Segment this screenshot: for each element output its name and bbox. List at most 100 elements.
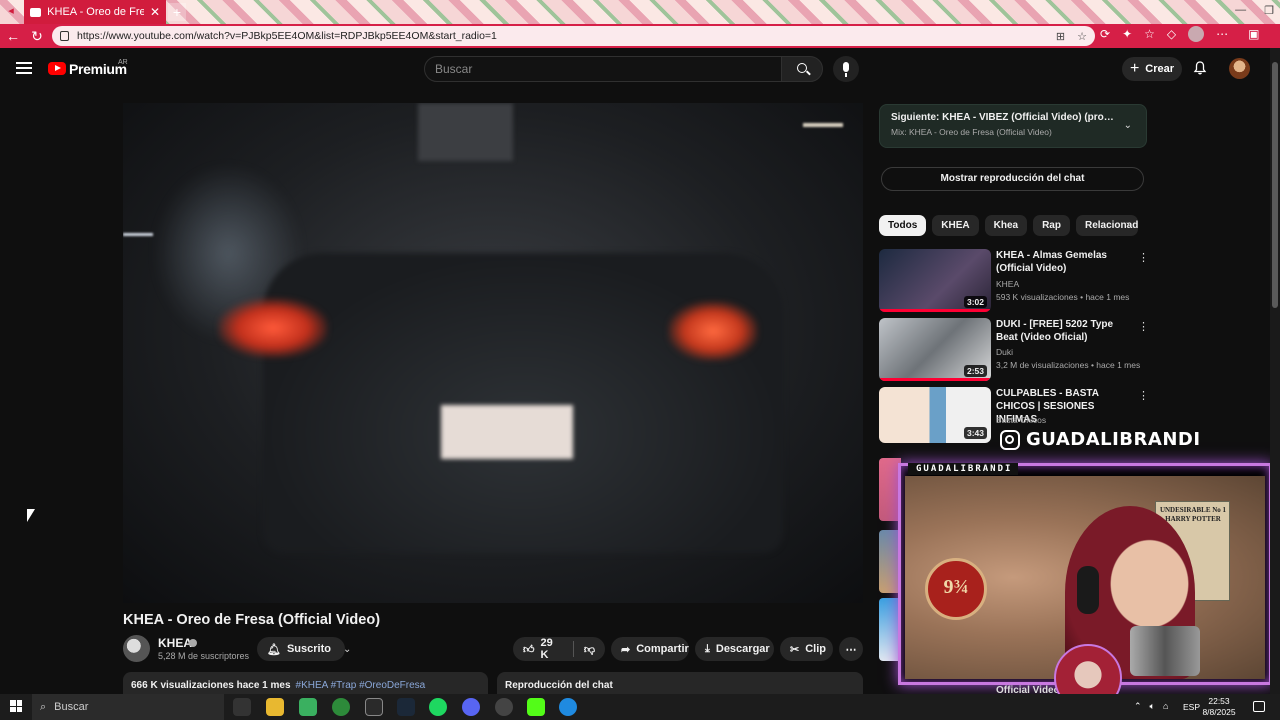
voice-search-icon[interactable] <box>833 56 859 82</box>
poster-text: UNDESIRABLE No 1 HARRY POTTER <box>1159 506 1227 523</box>
kick-icon[interactable] <box>527 698 545 716</box>
recommended-title[interactable]: KHEA - Almas Gemelas (Official Video) <box>996 249 1134 275</box>
download-label: Descargar <box>715 643 770 655</box>
more-actions-icon[interactable]: ⋯ <box>839 637 863 661</box>
recommended-channel[interactable]: Duki <box>996 347 1013 357</box>
recommended-channel[interactable]: Basta Chicos <box>996 415 1046 425</box>
user-avatar[interactable] <box>1229 58 1250 79</box>
recommended-video[interactable]: 2:53 DUKI - [FREE] 5202 Type Beat (Video… <box>879 318 1149 382</box>
like-icon[interactable]: 👍︎ <box>523 643 535 656</box>
up-next-title: Siguiente: KHEA - VIBEZ (Official Video)… <box>891 112 1116 123</box>
video-frame-car <box>263 253 783 553</box>
dislike-icon[interactable]: 👎︎ <box>584 643 595 656</box>
taskbar-search[interactable]: ⌕ Buscar <box>32 694 224 720</box>
window-controls: — ❐ <box>1235 4 1274 17</box>
recommended-video[interactable]: 3:02 KHEA - Almas Gemelas (Official Vide… <box>879 249 1149 313</box>
url-text: https://www.youtube.com/watch?v=PJBkp5EE… <box>77 30 497 42</box>
duration-badge: 2:53 <box>963 365 987 377</box>
create-button[interactable]: + Crear <box>1122 57 1182 81</box>
share-button[interactable]: ➦ Compartir <box>611 637 689 661</box>
extension-icon[interactable]: ✦ <box>1122 27 1132 41</box>
hashtags[interactable]: #KHEA #Trap #OreoDeFresa <box>296 680 426 694</box>
back-icon[interactable]: ← <box>4 27 22 45</box>
refresh-alt-icon[interactable]: ⟳ <box>1100 27 1110 41</box>
chip-khea[interactable]: KHEA <box>932 215 979 236</box>
minimize-icon[interactable]: — <box>1235 4 1246 17</box>
new-tab-button[interactable]: + <box>168 3 186 21</box>
tab-close-icon[interactable]: ✕ <box>150 5 160 19</box>
speaker-icon[interactable]: 🔈︎ <box>1150 701 1155 712</box>
refresh-icon[interactable]: ↻ <box>28 27 46 45</box>
share-label: Compartir <box>636 643 689 655</box>
youtube-logo-icon[interactable] <box>48 62 66 75</box>
watch-progress-bar <box>879 309 991 312</box>
minecraft-icon[interactable] <box>299 698 317 716</box>
youtube-favicon-icon <box>30 7 42 17</box>
more-options-icon[interactable]: ⋮ <box>1138 251 1149 264</box>
notifications-bell-icon[interactable] <box>1193 61 1207 75</box>
file-explorer-icon[interactable] <box>266 698 284 716</box>
windows-start-icon[interactable] <box>10 700 22 712</box>
search-button[interactable] <box>781 56 823 82</box>
menu-icon[interactable] <box>16 62 32 74</box>
network-icon[interactable]: ⌂ <box>1163 701 1168 712</box>
favorites-icon[interactable]: ☆ <box>1144 27 1155 41</box>
video-frame-taillight <box>668 301 758 361</box>
sidebar-toggle-icon[interactable]: ▣ <box>1248 27 1259 41</box>
video-player[interactable] <box>123 103 863 603</box>
chip-khea-alt[interactable]: Khea <box>984 215 1028 236</box>
discord-icon[interactable] <box>462 698 480 716</box>
maximize-icon[interactable]: ❐ <box>1264 4 1274 17</box>
scrollbar-thumb[interactable] <box>1272 62 1278 308</box>
apps-icon[interactable]: ⊞ <box>1056 30 1065 43</box>
like-count[interactable]: 29 K <box>541 637 563 661</box>
recommended-title[interactable]: DUKI - [FREE] 5202 Type Beat (Video Ofic… <box>996 318 1134 344</box>
video-thumbnail[interactable]: 3:43 <box>879 387 991 443</box>
chevron-down-icon[interactable]: ⌄ <box>1124 120 1132 131</box>
video-frame-taillight <box>218 298 328 358</box>
show-chat-replay-button[interactable]: Mostrar reproducción del chat <box>881 167 1144 191</box>
chip-todos[interactable]: Todos <box>879 215 927 236</box>
subscribed-button[interactable]: 🔔︎ Suscrito ⌄ <box>257 637 351 661</box>
taskbar-search-label: Buscar <box>54 701 89 713</box>
chevron-right-icon[interactable]: › <box>1126 219 1130 231</box>
video-thumbnail[interactable]: 2:53 <box>879 318 991 381</box>
video-frame-plate <box>441 405 573 459</box>
edge-icon[interactable] <box>559 698 577 716</box>
browser-tab[interactable]: KHEA - Oreo de Fresa (Offic ✕ <box>24 0 166 24</box>
share-icon: ➦ <box>621 643 631 656</box>
spotify-icon[interactable] <box>429 698 447 716</box>
profile-avatar[interactable] <box>1188 26 1205 42</box>
shield-icon[interactable]: ◇ <box>1167 27 1176 41</box>
obs-icon[interactable] <box>495 698 513 716</box>
plus-icon: + <box>1129 60 1140 77</box>
video-frame-ceiling <box>418 103 513 161</box>
more-options-icon[interactable]: ⋮ <box>1138 320 1149 333</box>
clip-button[interactable]: ✂ Clip <box>780 637 833 661</box>
notifications-icon[interactable] <box>1253 701 1265 712</box>
instagram-handle: GUADALIBRANDI <box>1026 429 1201 450</box>
filter-chips: Todos KHEA Khea Rap Relacionado <box>879 215 1138 236</box>
tab-actions-icon[interactable]: ◂ <box>2 4 20 20</box>
channel-name[interactable]: KHEA <box>158 636 192 650</box>
download-icon: ⤓ <box>705 642 710 655</box>
chip-rap[interactable]: Rap <box>1033 215 1070 236</box>
url-field[interactable]: https://www.youtube.com/watch?v=PJBkp5EE… <box>52 26 1095 46</box>
task-view-icon[interactable] <box>233 698 251 716</box>
chevron-up-icon[interactable]: ⌃ <box>1134 701 1142 712</box>
channel-avatar[interactable] <box>123 635 150 662</box>
webcam-label: GUADALIBRANDI <box>908 463 1018 475</box>
epic-games-icon[interactable] <box>365 698 383 716</box>
menu-dots-icon[interactable]: ⋯ <box>1216 27 1228 41</box>
clock[interactable]: 22:53 8/8/2025 <box>1198 696 1240 718</box>
steam-icon[interactable] <box>397 698 415 716</box>
recommended-meta: 593 K visualizaciones • hace 1 mes <box>996 292 1130 302</box>
up-next-mix[interactable]: Siguiente: KHEA - VIBEZ (Official Video)… <box>879 104 1147 148</box>
recommended-channel[interactable]: KHEA <box>996 279 1019 289</box>
xbox-icon[interactable] <box>332 698 350 716</box>
more-options-icon[interactable]: ⋮ <box>1138 389 1149 402</box>
video-thumbnail[interactable]: 3:02 <box>879 249 991 312</box>
download-button[interactable]: ⤓ Descargar <box>695 637 774 661</box>
search-input[interactable]: Buscar <box>424 56 782 82</box>
favorite-star-icon[interactable]: ☆ <box>1077 30 1087 43</box>
